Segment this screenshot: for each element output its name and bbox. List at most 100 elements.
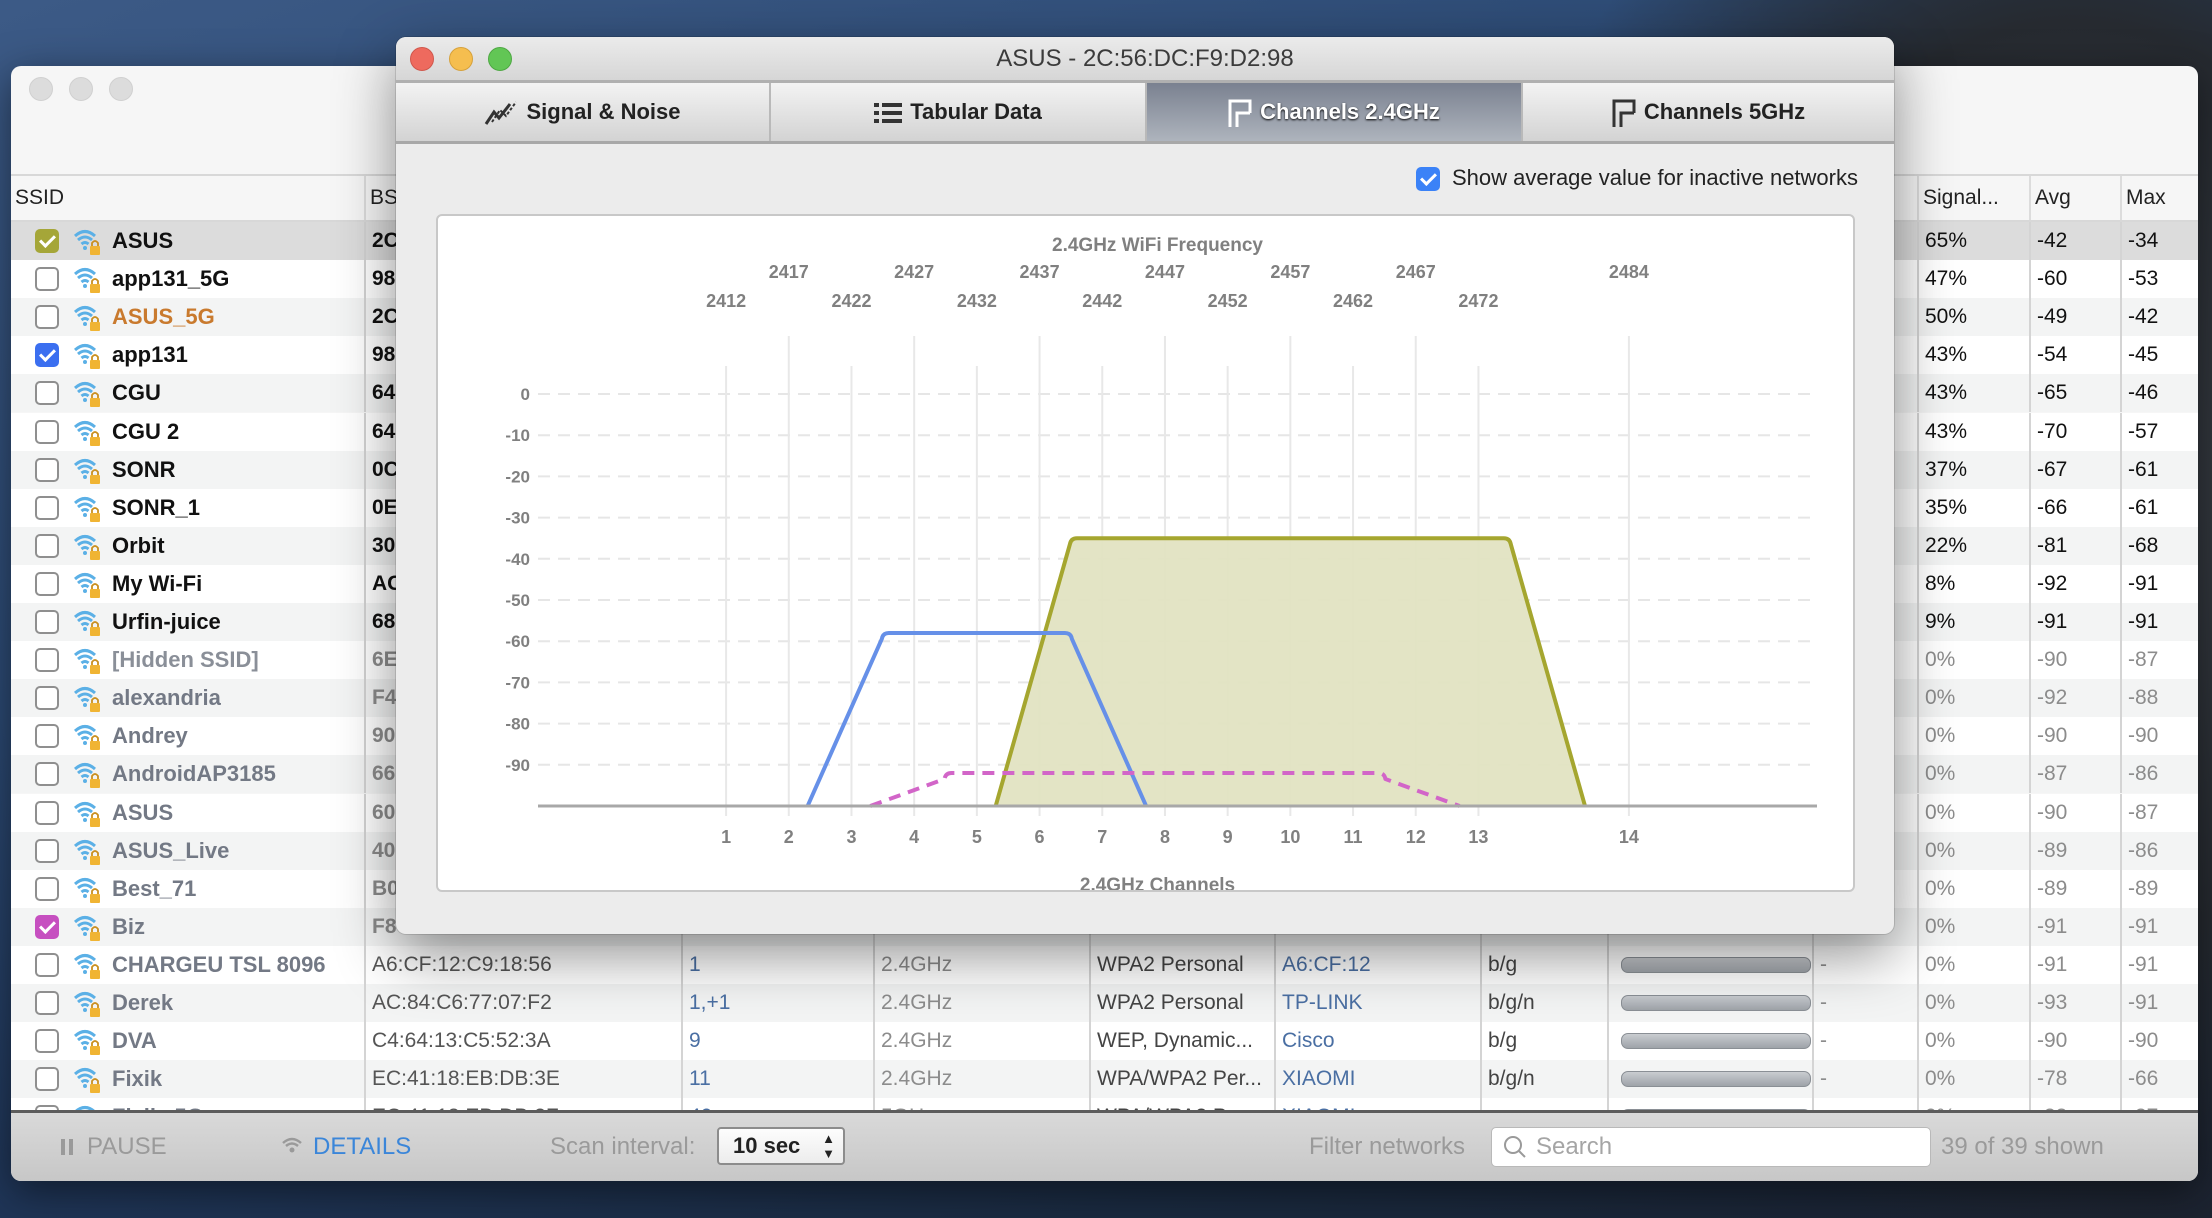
avg-cell: -90 bbox=[2029, 1022, 2120, 1061]
wifi-lock-icon bbox=[73, 1030, 100, 1056]
column-header[interactable]: Max bbox=[2120, 176, 2198, 220]
checkbox[interactable] bbox=[35, 305, 59, 330]
signal-cell: 0% bbox=[1917, 984, 2029, 1022]
signal-cell: 0% bbox=[1917, 755, 2029, 794]
signal-bar-cell bbox=[1607, 984, 1812, 1022]
max-cell: -42 bbox=[2120, 298, 2198, 337]
wifi-lock-icon bbox=[73, 838, 103, 866]
checkbox[interactable] bbox=[35, 419, 59, 444]
tab-channels-5ghz[interactable]: Channels 5GHz bbox=[1523, 83, 1894, 141]
channel-tick-label: 12 bbox=[1406, 827, 1426, 847]
max-cell: -46 bbox=[2120, 374, 2198, 413]
ssid-label: [Hidden SSID] bbox=[112, 647, 259, 673]
max-cell: -86 bbox=[2120, 831, 2198, 870]
checkbox[interactable] bbox=[35, 876, 59, 901]
checkbox[interactable] bbox=[35, 991, 59, 1015]
ssid-label: SONR bbox=[112, 456, 176, 482]
wifi-lock-icon bbox=[73, 344, 100, 370]
frequency-tick-label: 2462 bbox=[1333, 291, 1373, 311]
zoom-button-inactive[interactable] bbox=[109, 77, 133, 101]
table-row[interactable]: CHARGEU TSL 8096 A6:CF:12:C9:18:56 1 2.4GHz… bbox=[11, 945, 2198, 984]
checkbox[interactable] bbox=[35, 724, 59, 749]
table-row[interactable]: Fixik EC:41:18:EB:DB:3E 11 2.4GHz WPA/WPA2 P… bbox=[11, 1060, 2198, 1099]
channel-tick-label: 3 bbox=[846, 827, 856, 847]
checkbox[interactable] bbox=[35, 648, 59, 673]
table-row[interactable]: Derek AC:84:C6:77:07:F2 1,+1 2.4GHz WPA2 Per… bbox=[11, 984, 2198, 1022]
details-button[interactable]: DETAILS bbox=[281, 1113, 411, 1181]
checkbox[interactable] bbox=[35, 1067, 59, 1092]
checkbox[interactable] bbox=[35, 457, 59, 482]
vendor-cell: Cisco bbox=[1274, 1022, 1480, 1061]
frequency-tick-label: 2432 bbox=[957, 291, 997, 311]
checkbox-checked[interactable] bbox=[35, 343, 59, 368]
wifi-lock-icon bbox=[73, 801, 100, 827]
ssid-label: ASUS bbox=[112, 228, 174, 253]
signal-cell: 0% bbox=[1917, 831, 2029, 870]
checkbox[interactable] bbox=[35, 1029, 59, 1054]
close-button-inactive[interactable] bbox=[29, 77, 53, 101]
tab-channels-24ghz[interactable]: Channels 2.4GHz bbox=[1147, 83, 1523, 141]
checkbox-checked[interactable] bbox=[35, 914, 59, 939]
ssid-label: CGU bbox=[112, 380, 161, 406]
avg-cell: -78 bbox=[2029, 1060, 2120, 1099]
checkbox-checked[interactable] bbox=[1416, 167, 1440, 192]
checkbox-checked[interactable] bbox=[35, 229, 59, 253]
ssid-label: ASUS bbox=[112, 799, 174, 825]
column-header[interactable]: Signal... bbox=[1917, 176, 2029, 220]
tab-signal-noise[interactable]: Signal & Noise bbox=[396, 83, 771, 141]
y-tick-label: -20 bbox=[505, 467, 530, 486]
table-row[interactable]: DVA C4:64:13:C5:52:3A 9 2.4GHz WEP, Dynamic.… bbox=[11, 1022, 2198, 1061]
shown-count: 39 of 39 shown bbox=[1941, 1133, 2104, 1160]
minimize-button-inactive[interactable] bbox=[69, 77, 93, 101]
signal-bar-cell bbox=[1607, 945, 1812, 984]
y-tick-label: -90 bbox=[505, 756, 530, 775]
checkbox[interactable] bbox=[35, 381, 59, 406]
ssid-label: alexandria bbox=[112, 685, 221, 711]
avg-cell: -92 bbox=[2029, 564, 2120, 603]
ssid-label: DVA bbox=[112, 1028, 157, 1054]
checkbox[interactable] bbox=[35, 610, 59, 634]
mode-cell: b/g/n bbox=[1480, 1060, 1607, 1099]
channel-tick-label: 1 bbox=[721, 827, 731, 847]
checkbox[interactable] bbox=[35, 533, 59, 558]
ssid-label: Derek bbox=[112, 990, 174, 1015]
channel-cell: 9 bbox=[681, 1022, 873, 1061]
checkbox[interactable] bbox=[35, 838, 59, 863]
checkbox[interactable] bbox=[35, 952, 59, 977]
security-cell: WPA/WPA2 Per... bbox=[1089, 1060, 1274, 1099]
column-header[interactable]: SSID bbox=[11, 176, 364, 220]
security-cell: WPA2 Personal bbox=[1089, 945, 1274, 984]
max-cell: -91 bbox=[2120, 564, 2198, 603]
checkbox[interactable] bbox=[35, 495, 59, 520]
channel-tick-label: 2 bbox=[784, 827, 794, 847]
scan-interval-select[interactable]: 10 sec ▲ ▼ bbox=[717, 1127, 845, 1165]
wifi-lock-icon bbox=[73, 228, 103, 256]
checkbox[interactable] bbox=[35, 686, 59, 711]
checkbox[interactable] bbox=[35, 267, 59, 292]
wifi-lock-icon bbox=[73, 649, 100, 675]
minimize-button[interactable] bbox=[449, 47, 473, 71]
max-cell: -87 bbox=[2120, 641, 2198, 680]
y-tick-label: -10 bbox=[505, 426, 530, 445]
pause-button[interactable]: PAUSE bbox=[61, 1113, 167, 1181]
channel-tick-label: 13 bbox=[1468, 827, 1488, 847]
tab-tabular-data[interactable]: Tabular Data bbox=[771, 83, 1147, 141]
noise-cell: - bbox=[1812, 945, 1917, 984]
avg-cell: -93 bbox=[2029, 984, 2120, 1022]
channel-tick-label: 9 bbox=[1223, 827, 1233, 847]
checkbox[interactable] bbox=[35, 800, 59, 825]
show-average-checkbox[interactable]: Show average value for inactive networks bbox=[1416, 162, 1858, 194]
frequency-tick-label: 2442 bbox=[1082, 291, 1122, 311]
zoom-button[interactable] bbox=[488, 47, 512, 71]
signal-cell: 0% bbox=[1917, 1060, 2029, 1099]
checkbox[interactable] bbox=[35, 571, 59, 596]
frequency-tick-label: 2472 bbox=[1458, 291, 1498, 311]
close-button[interactable] bbox=[410, 47, 434, 71]
checkbox[interactable] bbox=[35, 762, 59, 787]
noise-cell: - bbox=[1812, 1060, 1917, 1099]
column-header[interactable]: Avg bbox=[2029, 176, 2120, 220]
search-input[interactable]: Search bbox=[1491, 1127, 1931, 1167]
search-placeholder: Search bbox=[1536, 1133, 1613, 1160]
wifi-lock-icon bbox=[73, 992, 100, 1017]
avg-cell: -60 bbox=[2029, 260, 2120, 299]
